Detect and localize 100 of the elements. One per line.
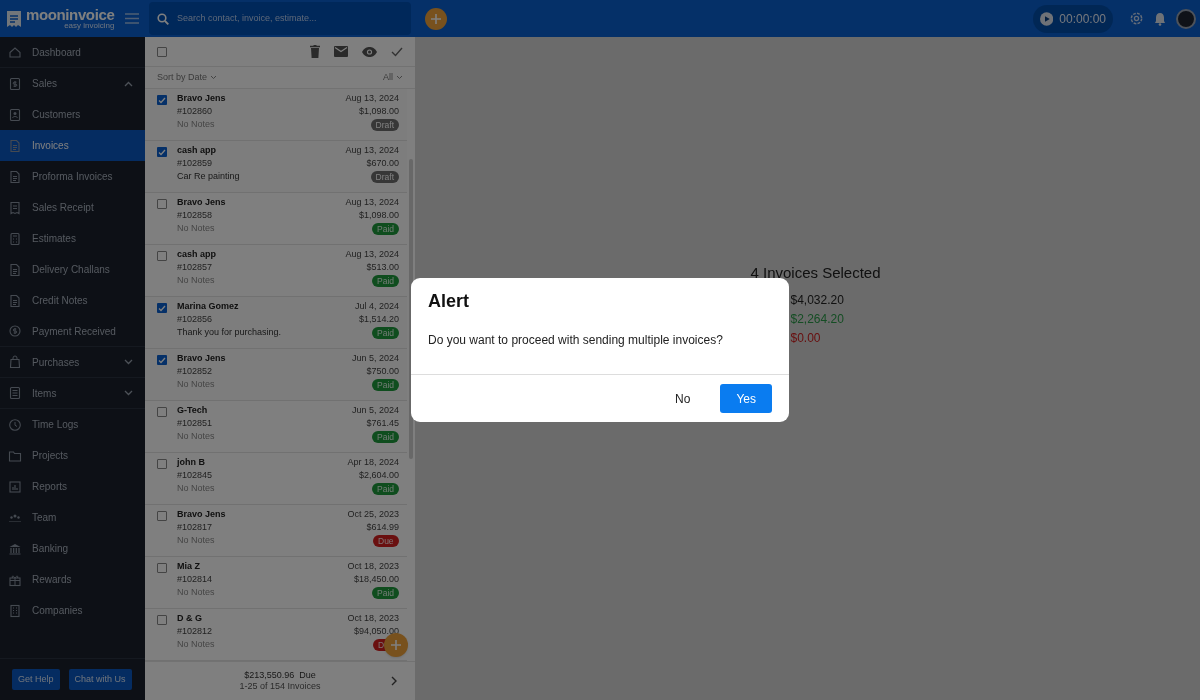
document-icon (8, 262, 22, 277)
status-badge: Paid (372, 275, 399, 287)
invoice-amount: $670.00 (366, 159, 399, 168)
plus-icon (391, 640, 401, 650)
sidebar-item[interactable]: Projects (0, 440, 145, 471)
customer-name: john B (177, 458, 205, 467)
search-icon (157, 12, 169, 25)
bar-chart-icon (8, 479, 22, 494)
invoice-number: #102859 (177, 159, 213, 168)
sidebar-item[interactable]: Sales Receipt (0, 192, 145, 223)
sidebar-item[interactable]: Customers (0, 99, 145, 130)
sidebar-item[interactable]: Proforma Invoices (0, 161, 145, 192)
invoice-notes: Car Re painting (177, 172, 240, 182)
chevron-down-icon (210, 75, 218, 80)
customer-name: D & G (177, 614, 202, 623)
sidebar-item[interactable]: Sales (0, 68, 145, 99)
invoice-amount: $1,098.00 (358, 211, 399, 220)
sidebar-item[interactable]: Team (0, 502, 145, 533)
sidebar-item[interactable]: Rewards (0, 564, 145, 595)
dialog-button[interactable]: Yes (720, 384, 772, 413)
checkbox[interactable] (157, 563, 167, 573)
list-icon (8, 386, 22, 400)
sort-dropdown[interactable]: Sort by Date (157, 70, 218, 85)
document-icon (8, 169, 22, 184)
page-range: 1-25 of 154 Invoices (239, 681, 321, 693)
checkbox[interactable] (157, 147, 167, 157)
eye-icon[interactable] (362, 46, 377, 57)
status-badge: Paid (372, 587, 399, 599)
invoice-number: #102858 (177, 211, 213, 220)
invoice-date: Aug 13, 2024 (345, 94, 399, 103)
checkbox[interactable] (157, 615, 167, 625)
sidebar-item[interactable]: Time Logs (0, 409, 145, 440)
search-input[interactable]: Search contact, invoice, estimate... (177, 11, 403, 26)
invoice-date: Oct 18, 2023 (347, 562, 399, 571)
checkbox[interactable] (157, 459, 167, 469)
sidebar-item[interactable]: Delivery Challans (0, 254, 145, 285)
folder-icon (8, 448, 22, 463)
shopping-bag-icon (8, 355, 22, 369)
sidebar-item[interactable]: Credit Notes (0, 285, 145, 316)
check-icon[interactable] (391, 46, 403, 57)
invoice-number: #102817 (177, 523, 213, 532)
invoice-number: #102812 (177, 627, 213, 636)
invoice-date: Oct 18, 2023 (347, 614, 399, 623)
bell-icon[interactable] (1154, 11, 1166, 26)
status-badge: Paid (372, 223, 399, 235)
customer-name: Marina Gomez (177, 302, 239, 311)
status-badge: Paid (372, 431, 399, 443)
customer-name: Bravo Jens (177, 198, 226, 207)
customer-name: Bravo Jens (177, 354, 226, 363)
app-logo: mooninvoice (26, 7, 115, 22)
invoice-date: Jun 5, 2024 (351, 406, 399, 415)
user-avatar[interactable] (1176, 8, 1196, 29)
help-button[interactable]: Get Help (12, 669, 60, 690)
contact-card-icon (8, 107, 22, 122)
checkbox[interactable] (157, 355, 167, 365)
home-icon (8, 45, 22, 59)
status-badge: Draft (370, 171, 399, 183)
invoice-number: #102856 (177, 315, 213, 324)
settings-icon[interactable] (1129, 11, 1144, 26)
sidebar-item[interactable]: Companies (0, 595, 145, 626)
customer-name: Bravo Jens (177, 510, 226, 519)
invoice-date: Oct 25, 2023 (347, 510, 399, 519)
checkbox[interactable] (157, 95, 167, 105)
dialog-title: Alert (427, 290, 470, 313)
status-badge: Paid (372, 379, 399, 391)
help-button[interactable]: Chat with Us (68, 669, 132, 690)
mail-icon[interactable] (334, 46, 348, 57)
customer-name: cash app (177, 146, 216, 155)
checkbox[interactable] (157, 511, 167, 521)
menu-icon[interactable] (125, 13, 139, 24)
app-tagline: easy invoicing (64, 22, 115, 30)
trash-icon[interactable] (310, 45, 320, 58)
checkbox[interactable] (157, 303, 167, 313)
sidebar-item[interactable]: Estimates (0, 223, 145, 254)
invoice-date: Jul 4, 2024 (354, 302, 399, 311)
checkbox[interactable] (157, 407, 167, 417)
invoice-date: Aug 13, 2024 (345, 250, 399, 259)
sidebar-item[interactable]: Banking (0, 533, 145, 564)
status-badge: Paid (372, 327, 399, 339)
timer-pill[interactable]: 00:00:00 (1033, 4, 1113, 33)
coin-icon (8, 324, 22, 338)
checkbox[interactable] (157, 46, 167, 57)
checkbox[interactable] (157, 199, 167, 209)
clock-icon (8, 417, 22, 432)
invoice-number: #102860 (177, 107, 213, 116)
invoice-date: Jun 5, 2024 (351, 354, 399, 363)
invoice-notes: Thank you for purchasing. (177, 328, 282, 338)
dialog-button[interactable]: No (659, 384, 707, 413)
sidebar-item[interactable]: Reports (0, 471, 145, 502)
play-icon (1040, 11, 1054, 26)
plus-icon (431, 13, 441, 24)
sidebar-item[interactable]: Invoices (0, 130, 145, 161)
add-button[interactable] (425, 7, 447, 30)
search-field[interactable]: Search contact, invoice, estimate... (149, 2, 411, 35)
invoice-amount: $2,604.00 (358, 471, 399, 480)
invoice-amount: $614.99 (366, 523, 399, 532)
invoice-number: #102814 (177, 575, 213, 584)
checkbox[interactable] (157, 251, 167, 261)
invoice-date: Apr 18, 2024 (347, 458, 399, 467)
chevron-right-icon[interactable] (391, 676, 397, 686)
